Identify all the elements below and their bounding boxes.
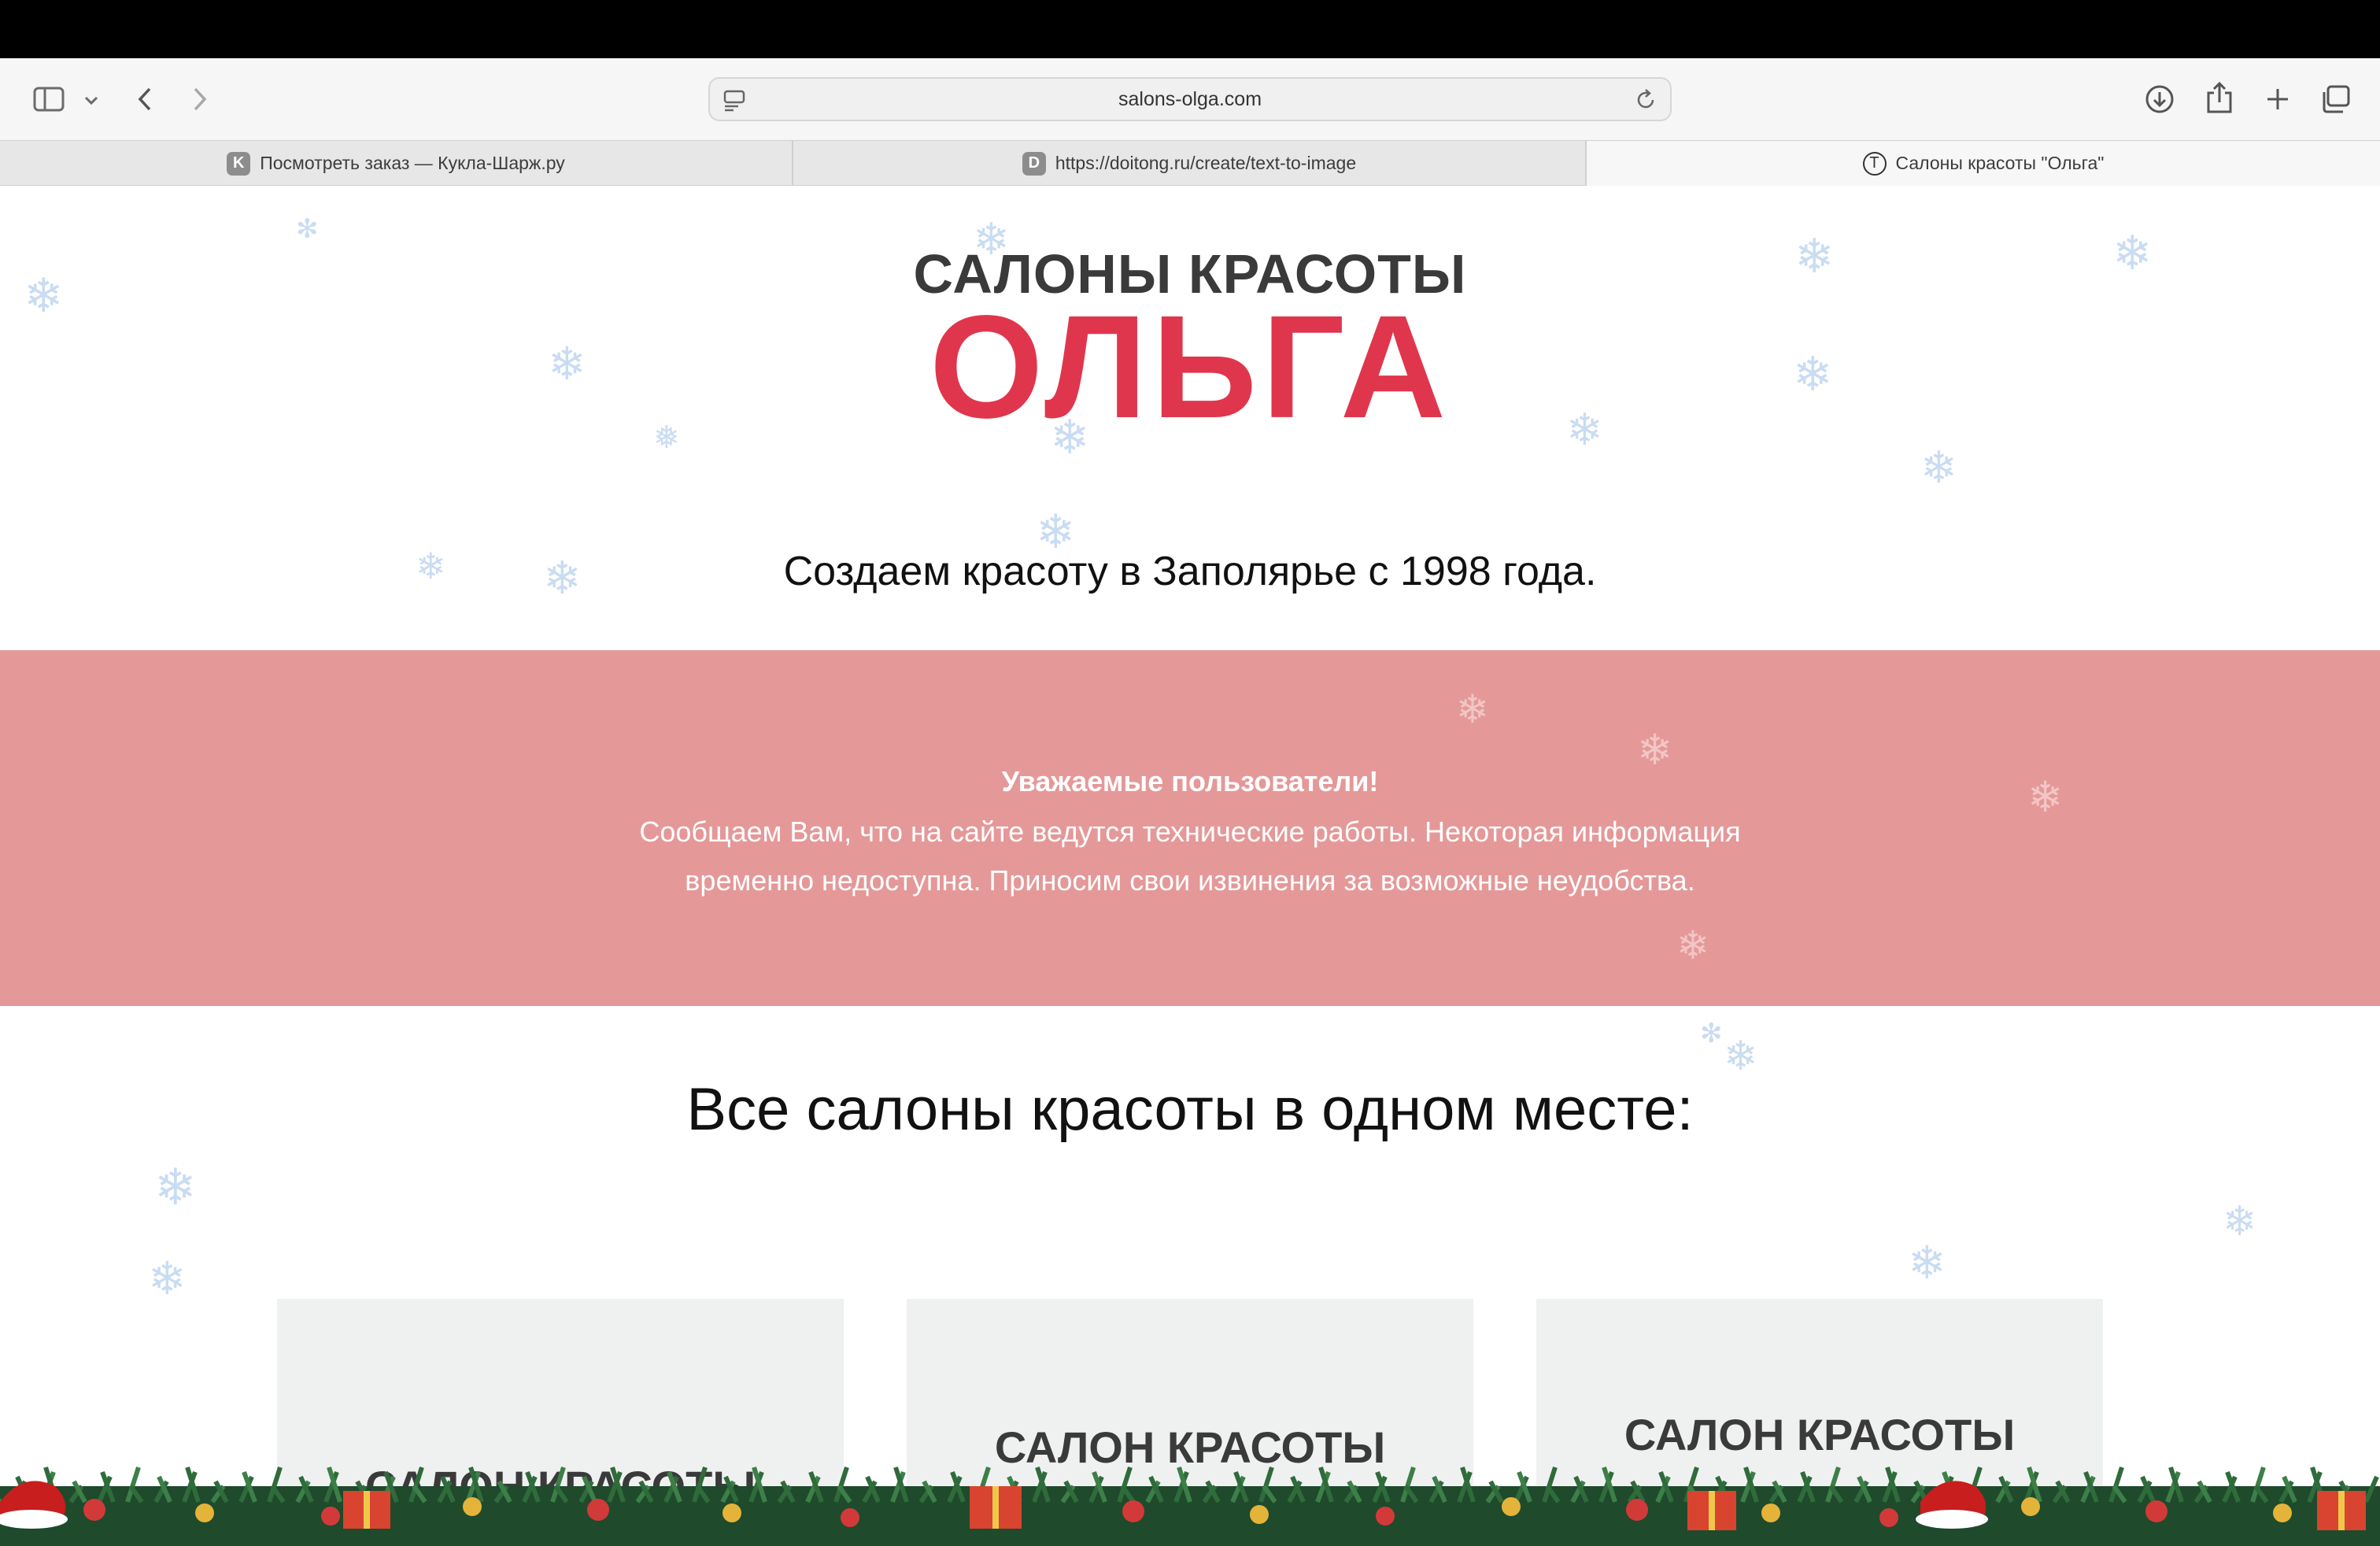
plus-icon (2267, 89, 2288, 109)
tab-title: Посмотреть заказ — Кукла-Шарж.ру (260, 153, 565, 173)
tab-overview-button[interactable] (2317, 80, 2355, 118)
url-text: salons-olga.com (1118, 87, 1262, 110)
snowflake-icon: ✻ (296, 214, 319, 244)
snowflake-icon: ❄ (1920, 442, 1957, 492)
snowflake-icon: ❄ (1724, 1034, 1758, 1079)
address-bar[interactable]: salons-olga.com (708, 77, 1672, 121)
snowflake-icon: ❄ (1676, 923, 1709, 967)
sidebar-icon (33, 87, 65, 112)
page-menu-icon[interactable] (722, 88, 746, 117)
web-page: ❄ ✻ ❄ ❅ ❄ ❄ ❄ ❄ ❄ ❄ ❄ ❄ ❄ ❄ ❄ ❄ ✻ ❄ ❄ ❄ … (0, 186, 2380, 1546)
back-button[interactable] (129, 82, 161, 117)
snowflake-icon: ❄ (148, 1253, 187, 1304)
salon-card-label: САЛОН КРАСОТЫ (1624, 1410, 2016, 1459)
notice-text: Сообщаем Вам, что на сайте ведутся техни… (639, 816, 1741, 897)
download-icon (2145, 85, 2174, 113)
notice-title: Уважаемые пользователи! (1001, 765, 1379, 797)
tab-doitong[interactable]: D https://doitong.ru/create/text-to-imag… (793, 141, 1587, 186)
snowflake-icon: ❄ (154, 1159, 197, 1215)
forward-button[interactable] (184, 82, 216, 117)
tab-title: Салоны красоты "Ольга" (1895, 153, 2105, 173)
downloads-button[interactable] (2141, 80, 2179, 118)
browser-toolbar: salons-olga.com (0, 58, 2380, 140)
new-tab-button[interactable] (2259, 80, 2297, 118)
maintenance-notice: ❄ ❄ ❄ ❄ Уважаемые пользователи! Сообщаем… (0, 650, 2380, 1006)
salons-section-title: Все салоны красоты в одном месте: (686, 1076, 1694, 1143)
christmas-garland-decoration (0, 1466, 2380, 1546)
sidebar-toggle-button[interactable] (30, 80, 68, 118)
tab-salons-olga[interactable]: T Салоны красоты "Ольга" (1587, 141, 2380, 186)
tab-kukla-sharzh[interactable]: K Посмотреть заказ — Кукла-Шарж.ру (0, 141, 793, 186)
chevron-right-icon (194, 87, 207, 111)
chevron-down-icon (84, 96, 98, 105)
share-button[interactable] (2201, 77, 2238, 118)
tabs-overview-icon (2323, 85, 2350, 113)
tab-title: https://doitong.ru/create/text-to-image (1055, 153, 1357, 173)
tagline: Создаем красоту в Заполярье с 1998 года. (783, 549, 1597, 594)
favicon-d-icon: D (1022, 151, 1046, 176)
chevron-left-icon (138, 87, 151, 111)
snowflake-icon: ❄ (2223, 1199, 2257, 1245)
snowflake-icon: ❄ (1908, 1237, 1946, 1289)
favicon-t-icon: T (1862, 151, 1887, 176)
reload-icon[interactable] (1634, 88, 1658, 117)
tab-group-dropdown-button[interactable] (77, 87, 105, 115)
tab-bar: K Посмотреть заказ — Кукла-Шарж.ру D htt… (0, 140, 2380, 186)
menu-bar (0, 0, 2380, 58)
share-icon (2207, 81, 2232, 113)
snowflake-icon: ❄ (1456, 687, 1489, 731)
favicon-k-icon: K (227, 151, 251, 176)
snowflake-icon: ✻ (1700, 1019, 1723, 1049)
logo-title: ОЛЬГА (929, 286, 1451, 449)
